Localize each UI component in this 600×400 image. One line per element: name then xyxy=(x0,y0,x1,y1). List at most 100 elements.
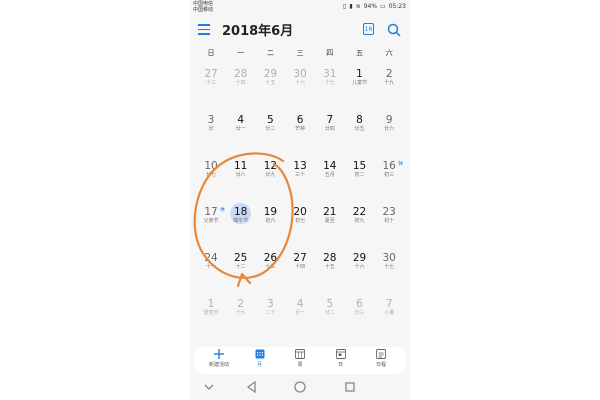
collapse-icon[interactable] xyxy=(202,380,216,394)
nav-item-day-view[interactable]: 日 xyxy=(321,349,361,368)
weekday-label: 四 xyxy=(326,49,334,57)
day-cell[interactable]: 6 廿三 xyxy=(345,298,375,317)
day-number: 29 xyxy=(352,252,367,264)
day-cell[interactable]: 30 十六 xyxy=(285,68,315,87)
day-cell[interactable]: 28 十五 xyxy=(315,252,345,271)
day-cell[interactable]: 2 十九 xyxy=(226,298,256,317)
day-cell[interactable]: 14 五月 xyxy=(315,160,345,179)
day-cell[interactable]: 25 十二 xyxy=(226,252,256,271)
day-cell[interactable]: 5 廿二 xyxy=(315,298,345,317)
day-cell[interactable]: 7 廿四 xyxy=(315,114,345,133)
battery-icon: ▭ xyxy=(380,3,386,10)
day-cell[interactable]: 27 十三 xyxy=(196,68,226,87)
day-cell[interactable]: 15 初二 xyxy=(345,160,375,179)
day-cell[interactable]: 23 初十 xyxy=(374,206,404,225)
day-number: 7 xyxy=(326,114,334,126)
nav-item-plus[interactable]: 新建活动 xyxy=(199,349,239,368)
day-cell[interactable]: 3廿 xyxy=(196,114,226,133)
lunar-date: 父亲节 xyxy=(203,218,219,224)
day-cell[interactable]: 24 十一 xyxy=(196,252,226,271)
lunar-date: 初十 xyxy=(384,218,395,224)
week-view-icon xyxy=(280,349,320,359)
home-icon[interactable] xyxy=(293,380,307,394)
status-indicators: ▯ ▮ ≋ 94% ▭ 05:23 xyxy=(343,3,406,10)
status-bar: 中国电信 中国移动 ▯ ▮ ≋ 94% ▭ 05:23 xyxy=(190,0,410,14)
lunar-date: 十九 xyxy=(235,310,246,316)
weekday-label: 一 xyxy=(237,49,245,57)
lunar-date: 廿一 xyxy=(235,126,246,132)
lunar-date: 建党节 xyxy=(203,310,219,316)
day-cell[interactable]: 4 廿一 xyxy=(226,114,256,133)
day-cell[interactable]: 31 十七 xyxy=(315,68,345,87)
lunar-date: 十七 xyxy=(324,80,335,86)
day-number: 20 xyxy=(293,206,307,218)
day-cell[interactable]: 27 十四 xyxy=(285,252,315,271)
day-cell-today[interactable]: 18 端午节 xyxy=(226,203,256,225)
day-number: 8 xyxy=(356,114,363,126)
day-cell[interactable]: 2 十九 xyxy=(374,68,404,87)
nav-item-month-view[interactable]: 月 xyxy=(240,349,280,368)
day-cell[interactable]: 28 十四 xyxy=(226,68,256,87)
carrier-info: 中国电信 中国移动 xyxy=(193,1,213,13)
day-number: 21 xyxy=(323,206,337,218)
day-cell[interactable]: 16 休初三 xyxy=(374,160,404,179)
lunar-date: 小暑 xyxy=(384,310,395,316)
lunar-date: 廿九 xyxy=(265,172,276,178)
recent-apps-icon[interactable] xyxy=(343,380,357,394)
lunar-date: 十五 xyxy=(324,264,335,270)
day-cell[interactable]: 5 廿二 xyxy=(255,114,285,133)
day-number: 14 xyxy=(323,160,337,172)
day-cell[interactable]: 6 芒种 xyxy=(285,114,315,133)
day-cell[interactable]: 13 三十 xyxy=(285,160,315,179)
day-cell[interactable]: 9 廿六 xyxy=(374,114,404,133)
day-cell[interactable]: 30 十七 xyxy=(374,252,404,271)
search-icon[interactable] xyxy=(387,23,401,37)
day-number: 15 xyxy=(352,160,367,172)
day-cell[interactable]: 1 儿童节 xyxy=(345,68,375,87)
day-cell[interactable]: 12 廿九 xyxy=(255,160,285,179)
lunar-date: 夏至 xyxy=(324,218,335,224)
day-cell[interactable]: 4 廿一 xyxy=(285,298,315,317)
lunar-date: 十一 xyxy=(205,264,216,270)
day-cell[interactable]: 29 十五 xyxy=(255,68,285,87)
weekday-label: 二 xyxy=(266,49,274,57)
lunar-date: 初七 xyxy=(295,218,306,224)
day-number: 28 xyxy=(234,68,248,80)
day-number: 9 xyxy=(385,114,393,126)
day-number: 7 xyxy=(385,298,393,310)
day-number: 18 xyxy=(234,206,248,218)
plus-icon xyxy=(199,349,239,359)
day-cell[interactable]: 11 廿八 xyxy=(226,160,256,179)
day-cell[interactable]: 8 廿五 xyxy=(345,114,375,133)
day-cell[interactable]: 20 初七 xyxy=(285,206,315,225)
day-cell[interactable]: 19 初六 xyxy=(255,206,285,225)
day-number: 4 xyxy=(237,114,245,126)
nav-item-week-view[interactable]: 周 xyxy=(280,349,320,368)
day-cell[interactable]: 26 十三 xyxy=(255,252,285,271)
day-cell[interactable]: 3 二十 xyxy=(255,298,285,317)
vibrate-icon: ▯ xyxy=(343,3,347,10)
day-cell[interactable]: 22 初九 xyxy=(345,206,375,225)
lunar-date: 初六 xyxy=(265,218,276,224)
day-cell[interactable]: 10 廿七 xyxy=(196,160,226,179)
today-calendar-icon[interactable]: 16 xyxy=(363,23,374,35)
day-cell[interactable]: 17 休父亲节 xyxy=(196,206,226,225)
menu-icon[interactable] xyxy=(198,24,210,35)
day-cell[interactable]: 7 小暑 xyxy=(374,298,404,317)
nav-item-agenda[interactable]: 日程 xyxy=(361,349,401,368)
day-cell[interactable]: 29 十六 xyxy=(345,252,375,271)
day-number: 28 xyxy=(323,252,337,264)
bottom-navigation: 新建活动 月 周 日 日程 xyxy=(194,347,406,374)
month-title[interactable]: 2018年6月 xyxy=(222,20,293,39)
day-cell[interactable]: 21 夏至 xyxy=(315,206,345,225)
lunar-date: 初九 xyxy=(354,218,365,224)
back-icon[interactable] xyxy=(245,380,259,394)
day-number: 6 xyxy=(356,298,363,310)
nav-label: 日 xyxy=(337,362,343,368)
lunar-date: 廿二 xyxy=(265,126,276,132)
lunar-date: 五月 xyxy=(324,172,335,178)
lunar-date: 三十 xyxy=(295,172,306,178)
day-number: 12 xyxy=(263,160,278,172)
day-number: 3 xyxy=(267,298,274,310)
day-cell[interactable]: 1 建党节 xyxy=(196,298,226,317)
